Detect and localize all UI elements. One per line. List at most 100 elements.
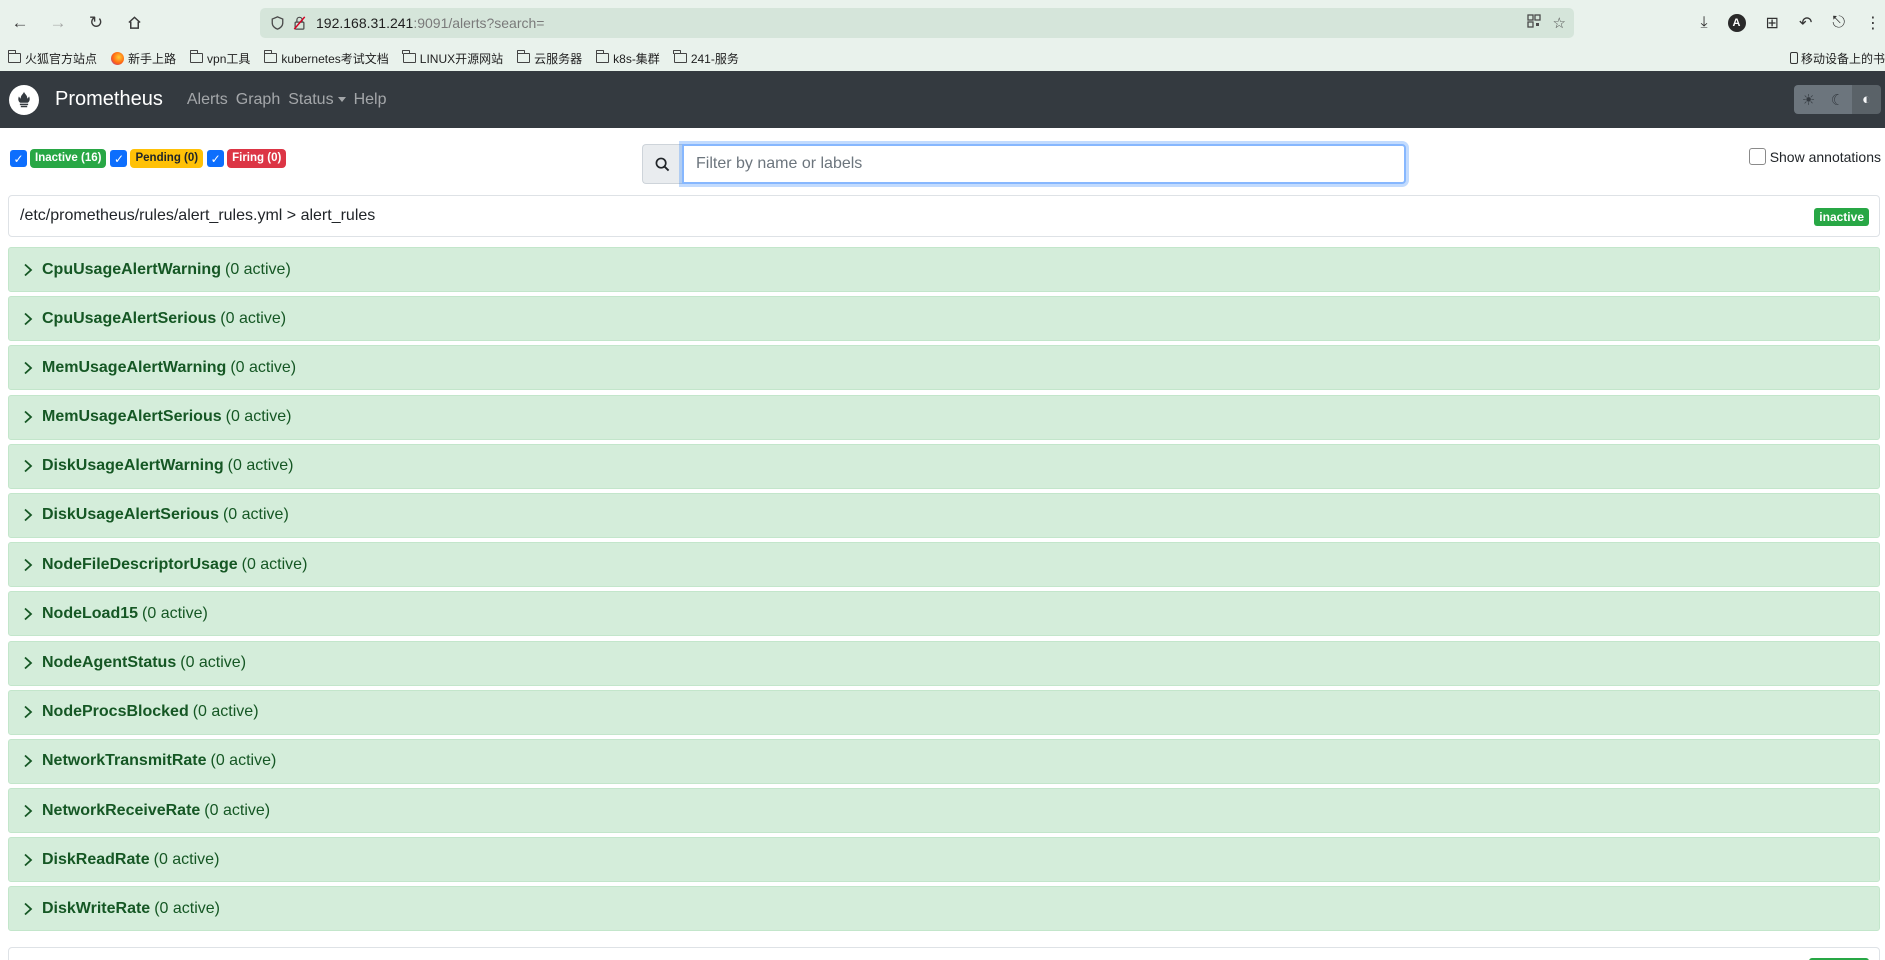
sun-icon[interactable]: ☀	[1794, 85, 1823, 114]
show-annotations-label: Show annotations	[1769, 148, 1881, 165]
alert-rule-name: NodeFileDescriptorUsage	[42, 555, 238, 573]
alert-rule-row[interactable]: DiskUsageAlertSerious (0 active)	[8, 492, 1880, 538]
brand-title[interactable]: Prometheus	[55, 88, 163, 111]
alert-rule-name: NodeLoad15	[42, 604, 139, 622]
qr-code-icon[interactable]	[1526, 14, 1541, 32]
firing-badge: Firing (0)	[227, 149, 287, 168]
bookmarks-bar: 火狐官方站点 新手上路 vpn工具 kubernetes考试文档 LINUX开源…	[0, 45, 1885, 71]
alert-rule-row[interactable]: MemUsageAlertSerious (0 active)	[8, 394, 1880, 440]
search-icon	[642, 144, 682, 184]
alert-rule-row[interactable]: DiskWriteRate (0 active)	[8, 886, 1880, 932]
chevron-right-icon	[23, 361, 39, 375]
alert-rule-row[interactable]: NetworkTransmitRate (0 active)	[8, 738, 1880, 784]
nav-status-dropdown[interactable]: Status	[288, 90, 346, 109]
download-icon[interactable]: ⤓	[1700, 14, 1707, 32]
show-annotations-toggle[interactable]: Show annotations	[1748, 148, 1881, 165]
bookmark-star-icon[interactable]: ☆	[1553, 14, 1566, 32]
alert-rules-list: CpuUsageAlertWarning (0 active) CpuUsageAl…	[8, 247, 1880, 936]
address-bar[interactable]: 192.168.31.241:9091/alerts?search= ☆	[260, 8, 1574, 38]
alert-filter-row: ✓ Inactive (16) ✓ Pending (0) ✓ Firing (…	[0, 128, 1885, 194]
crop-icon[interactable]: ⊞	[1766, 13, 1779, 33]
alert-rule-active-count: (0 active)	[192, 703, 259, 721]
menu-icon[interactable]: ⋮	[1865, 13, 1881, 33]
chevron-right-icon	[23, 902, 39, 916]
alert-rule-name: CpuUsageAlertWarning	[42, 260, 221, 278]
inactive-checkbox[interactable]: ✓	[10, 150, 27, 167]
alert-rule-row[interactable]: DiskReadRate (0 active)	[8, 837, 1880, 883]
contrast-icon[interactable]: ◐	[1852, 85, 1881, 114]
chevron-right-icon	[23, 656, 39, 670]
alert-rule-row[interactable]: NetworkReceiveRate (0 active)	[8, 788, 1880, 834]
prometheus-logo-icon[interactable]	[9, 84, 39, 115]
account-icon[interactable]: A	[1727, 14, 1746, 32]
alert-rule-name: DiskReadRate	[42, 850, 150, 868]
rule-group-path: /etc/prometheus/rules/alert_rules.yml > …	[20, 207, 376, 224]
rule-group-header: /etc/prometheus/rules/alert_rules.yml > …	[8, 195, 1880, 237]
bookmark-item[interactable]: LINUX开源网站	[402, 50, 503, 67]
nav-graph[interactable]: Graph	[236, 91, 280, 109]
nav-status-label: Status	[288, 90, 334, 108]
alert-rule-active-count: (0 active)	[222, 506, 289, 524]
alert-rule-name: MemUsageAlertWarning	[42, 358, 227, 376]
alert-rule-active-count: (0 active)	[224, 260, 291, 278]
inactive-badge: Inactive (16)	[30, 149, 107, 168]
url-host: 192.168.31.241	[316, 15, 414, 31]
alert-rule-active-count: (0 active)	[225, 408, 292, 426]
alert-rule-row[interactable]: NodeProcsBlocked (0 active)	[8, 689, 1880, 735]
bookmark-item[interactable]: 火狐官方站点	[7, 50, 97, 67]
alert-rule-name: NodeAgentStatus	[42, 654, 177, 671]
alert-rule-name: DiskUsageAlertSerious	[42, 506, 219, 524]
alert-rule-row[interactable]: MemUsageAlertWarning (0 active)	[8, 345, 1880, 391]
folder-icon	[7, 50, 21, 63]
chevron-right-icon	[23, 508, 39, 522]
extensions-icon[interactable]: ⎋	[1832, 14, 1845, 32]
bookmark-item[interactable]: 新手上路	[111, 50, 176, 67]
bookmark-item[interactable]: k8s-集群	[595, 50, 660, 67]
alert-rule-row[interactable]: NodeAgentStatus (0 active)	[8, 640, 1880, 686]
folder-icon	[263, 50, 278, 63]
chevron-right-icon	[23, 263, 39, 277]
caret-down-icon	[337, 96, 346, 102]
filter-search-input[interactable]	[682, 144, 1406, 184]
nav-help[interactable]: Help	[354, 91, 387, 109]
alert-rule-row[interactable]: NodeFileDescriptorUsage (0 active)	[8, 542, 1880, 588]
pending-badge: Pending (0)	[130, 149, 204, 168]
alert-rule-active-count: (0 active)	[142, 604, 208, 622]
folder-icon	[402, 50, 416, 63]
alert-rule-row[interactable]: CpuUsageAlertWarning (0 active)	[8, 247, 1880, 292]
folder-icon	[516, 50, 531, 63]
insecure-lock-icon[interactable]	[288, 16, 310, 30]
chevron-right-icon	[23, 804, 39, 818]
alert-rule-row[interactable]: DiskUsageAlertWarning (0 active)	[8, 443, 1880, 489]
alert-rule-name: NetworkTransmitRate	[42, 752, 207, 770]
chevron-right-icon	[23, 312, 39, 326]
home-icon[interactable]	[116, 5, 152, 41]
mobile-bookmarks[interactable]: 移动设备上的书	[1789, 45, 1885, 71]
bookmark-item[interactable]: 云服务器	[516, 50, 582, 67]
show-annotations-checkbox[interactable]	[1748, 148, 1766, 165]
alert-rule-active-count: (0 active)	[241, 555, 308, 573]
alert-rule-active-count: (0 active)	[154, 899, 220, 917]
alert-rule-row[interactable]: CpuUsageAlertSerious (0 active)	[8, 296, 1880, 342]
alert-rule-active-count: (0 active)	[180, 654, 247, 671]
bookmark-item[interactable]: kubernetes考试文档	[263, 50, 389, 67]
forward-icon[interactable]: →	[40, 5, 76, 41]
pending-checkbox[interactable]: ✓	[110, 150, 128, 167]
firing-checkbox[interactable]: ✓	[207, 150, 225, 167]
alert-rule-row[interactable]: NodeLoad15 (0 active)	[8, 591, 1880, 637]
bookmark-item[interactable]: vpn工具	[189, 50, 250, 67]
back-icon[interactable]: ←	[2, 5, 38, 41]
folder-icon	[673, 50, 687, 63]
chevron-right-icon	[23, 705, 39, 719]
nav-alerts[interactable]: Alerts	[187, 91, 228, 109]
undo-icon[interactable]: ↶	[1799, 13, 1812, 33]
shield-icon[interactable]	[266, 16, 288, 30]
reload-icon[interactable]: ↻	[78, 5, 114, 41]
alert-rule-name: CpuUsageAlertSerious	[42, 309, 217, 327]
moon-icon[interactable]: ☾	[1823, 85, 1852, 114]
prometheus-navbar: Prometheus Alerts Graph Status Help ☀ ☾ …	[0, 71, 1885, 128]
group-state-badge: inactive	[1814, 208, 1869, 226]
bookmark-item[interactable]: 241-服务	[673, 50, 739, 67]
alert-rule-name: NetworkReceiveRate	[42, 801, 201, 819]
alert-rule-active-count: (0 active)	[230, 358, 297, 376]
